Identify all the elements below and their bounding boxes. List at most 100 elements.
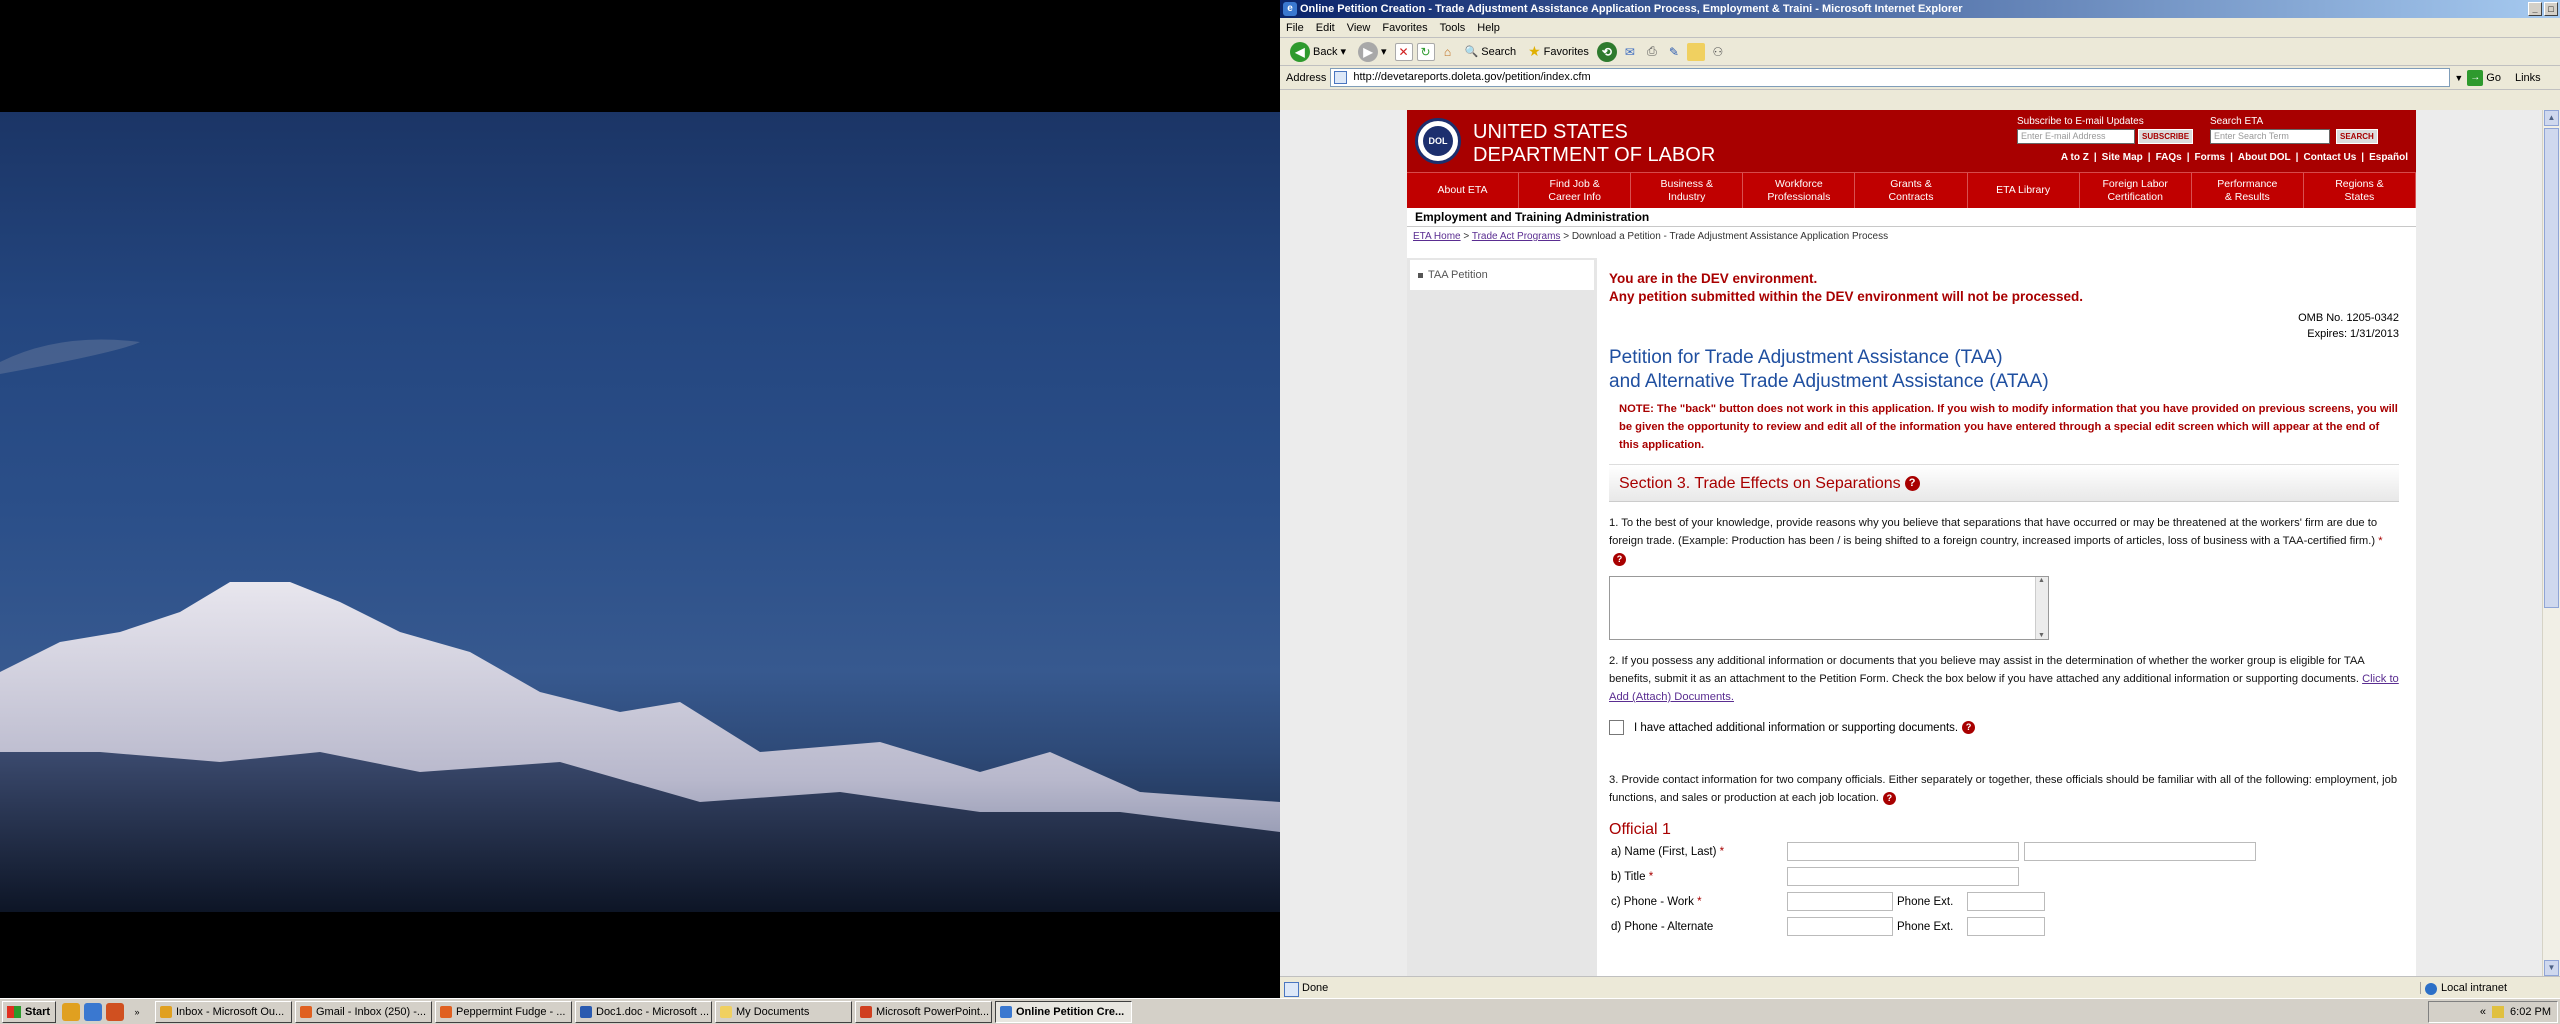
- phone-alt-ext-input[interactable]: [1967, 917, 2045, 936]
- checkbox-label: I have attached additional information o…: [1634, 721, 1959, 734]
- search-button[interactable]: 🔍 Search: [1461, 40, 1521, 64]
- attached-checkbox-row: I have attached additional information o…: [1609, 720, 2399, 735]
- start-button[interactable]: Start: [2, 1000, 56, 1023]
- reasons-textarea[interactable]: [1609, 576, 2049, 640]
- task-peppermint[interactable]: Peppermint Fudge - ...: [435, 1000, 572, 1023]
- help-icon[interactable]: ?: [1882, 791, 1896, 805]
- nav-about-eta[interactable]: About ETA: [1407, 173, 1520, 208]
- phone-work-ext-input[interactable]: [1967, 892, 2045, 911]
- first-name-input[interactable]: [1787, 842, 2019, 861]
- main-content: You are in the DEV environment. Any peti…: [1609, 258, 2399, 976]
- task-gmail[interactable]: Gmail - Inbox (250) -...: [295, 1000, 432, 1023]
- title-bar[interactable]: e Online Petition Creation - Trade Adjus…: [1280, 0, 2560, 18]
- tray-expand-icon[interactable]: «: [2480, 1006, 2486, 1018]
- address-dropdown-icon[interactable]: ▼: [2454, 73, 2463, 83]
- help-icon[interactable]: ?: [1904, 476, 1920, 492]
- tray-icon[interactable]: [2492, 1006, 2505, 1018]
- menu-view[interactable]: View: [1347, 22, 1371, 34]
- quicklaunch-icon[interactable]: [106, 1002, 124, 1021]
- breadcrumb-eta-home[interactable]: ETA Home: [1413, 231, 1461, 242]
- quicklaunch-icon[interactable]: [84, 1002, 102, 1021]
- last-name-input[interactable]: [2024, 842, 2256, 861]
- nav-grants[interactable]: Grants & Contracts: [1855, 173, 1968, 208]
- refresh-icon[interactable]: ↻: [1416, 42, 1435, 61]
- scroll-up-arrow[interactable]: ▲: [2544, 110, 2559, 126]
- maximize-button[interactable]: □: [2544, 2, 2558, 16]
- help-icon[interactable]: ?: [1613, 552, 1626, 566]
- faqs-link[interactable]: FAQs: [2156, 152, 2182, 163]
- dol-seal-logo[interactable]: DOL: [1415, 118, 1461, 164]
- contact-us-link[interactable]: Contact Us: [2303, 152, 2356, 163]
- links-button[interactable]: Links: [2515, 72, 2541, 84]
- search-term-input[interactable]: Enter Search Term: [2210, 129, 2330, 144]
- search-submit-button[interactable]: SEARCH: [2336, 129, 2378, 144]
- name-row: a) Name (First, Last) *: [1609, 839, 2399, 864]
- vertical-scrollbar[interactable]: ▲ ▼: [2542, 110, 2560, 976]
- phone-ext-label: Phone Ext.: [1897, 895, 1954, 908]
- forms-link[interactable]: Forms: [2195, 152, 2226, 163]
- menu-file[interactable]: File: [1286, 22, 1304, 34]
- go-button[interactable]: → Go: [2467, 69, 2501, 86]
- address-label: Address: [1286, 71, 1327, 84]
- email-input[interactable]: Enter E-mail Address: [2017, 129, 2135, 144]
- sidebar-item-taa-petition[interactable]: TAA Petition: [1410, 260, 1594, 290]
- nav-workforce[interactable]: Workforce Professionals: [1743, 173, 1856, 208]
- task-word-doc[interactable]: Doc1.doc - Microsoft ...: [575, 1000, 712, 1023]
- task-online-petition[interactable]: Online Petition Cre...: [995, 1000, 1132, 1023]
- back-button[interactable]: ◀ Back ▾: [1286, 40, 1350, 64]
- page-viewport: DOL UNITED STATES DEPARTMENT OF LABOR Su…: [1280, 110, 2542, 976]
- sitemap-link[interactable]: Site Map: [2102, 152, 2143, 163]
- breadcrumb-trade-act[interactable]: Trade Act Programs: [1472, 231, 1561, 242]
- nav-regions[interactable]: Regions & States: [2304, 173, 2416, 208]
- agency-name[interactable]: UNITED STATES DEPARTMENT OF LABOR: [1473, 121, 1715, 167]
- search-eta-label: Search ETA: [2210, 116, 2264, 127]
- clock: 6:02 PM: [2510, 1006, 2551, 1018]
- email-updates-link[interactable]: E-mail Updates: [2075, 116, 2143, 127]
- menu-help[interactable]: Help: [1477, 22, 1500, 34]
- folder-icon[interactable]: [1686, 42, 1705, 61]
- quicklaunch-icon[interactable]: [62, 1002, 80, 1021]
- phone-alt-input[interactable]: [1787, 917, 1893, 936]
- mail-icon[interactable]: ✉: [1621, 43, 1639, 61]
- address-input[interactable]: http://devetareports.doleta.gov/petition…: [1330, 68, 2451, 87]
- attached-docs-checkbox[interactable]: [1609, 720, 1624, 735]
- top-links: A to Z | Site Map | FAQs | Forms | About DOL…: [2060, 152, 2408, 163]
- textarea-scrollbar[interactable]: [2035, 577, 2048, 639]
- forward-button[interactable]: ▶ ▾: [1354, 40, 1391, 64]
- stop-icon[interactable]: ✕: [1394, 42, 1413, 61]
- history-icon[interactable]: ⟲: [1596, 41, 1617, 62]
- minimize-button[interactable]: _: [2528, 2, 2542, 16]
- dev-warning: You are in the DEV environment. Any peti…: [1609, 271, 2084, 304]
- scroll-down-arrow[interactable]: ▼: [2544, 960, 2559, 976]
- phone-ext-label: Phone Ext.: [1897, 920, 1954, 933]
- nav-business[interactable]: Business & Industry: [1631, 173, 1744, 208]
- page-title: Petition for Trade Adjustment Assistance…: [1609, 347, 2049, 392]
- menu-favorites[interactable]: Favorites: [1382, 22, 1427, 34]
- favorites-button[interactable]: ★ Favorites: [1524, 40, 1593, 64]
- quicklaunch-more-icon[interactable]: »: [128, 1003, 146, 1021]
- edit-icon[interactable]: ✎: [1665, 43, 1683, 61]
- help-icon[interactable]: ?: [1962, 721, 1976, 734]
- nav-eta-library[interactable]: ETA Library: [1968, 173, 2080, 208]
- back-arrow-icon: ◀: [1290, 41, 1310, 62]
- espanol-link[interactable]: Español: [2369, 152, 2408, 163]
- home-icon[interactable]: ⌂: [1439, 43, 1457, 61]
- messenger-icon[interactable]: ⚇: [1709, 43, 1727, 61]
- subscribe-button[interactable]: SUBSCRIBE: [2138, 129, 2194, 144]
- about-dol-link[interactable]: About DOL: [2238, 152, 2291, 163]
- nav-performance[interactable]: Performance & Results: [2192, 173, 2304, 208]
- task-powerpoint[interactable]: Microsoft PowerPoint...: [855, 1000, 992, 1023]
- status-bar: Done Local intranet: [1280, 976, 2560, 998]
- nav-foreign-labor[interactable]: Foreign Labor Certification: [2080, 173, 2192, 208]
- task-outlook[interactable]: Inbox - Microsoft Ou...: [155, 1000, 292, 1023]
- task-my-documents[interactable]: My Documents: [715, 1000, 852, 1023]
- phone-work-input[interactable]: [1787, 892, 1893, 911]
- nav-find-job[interactable]: Find Job & Career Info: [1519, 173, 1632, 208]
- menu-edit[interactable]: Edit: [1316, 22, 1335, 34]
- breadcrumb-current: Download a Petition - Trade Adjustment A…: [1571, 231, 1889, 242]
- title-input[interactable]: [1787, 867, 2019, 886]
- menu-tools[interactable]: Tools: [1440, 22, 1466, 34]
- atoz-link[interactable]: A to Z: [2061, 152, 2089, 163]
- scrollbar-thumb[interactable]: [2544, 128, 2559, 608]
- print-icon[interactable]: ⎙: [1643, 43, 1661, 61]
